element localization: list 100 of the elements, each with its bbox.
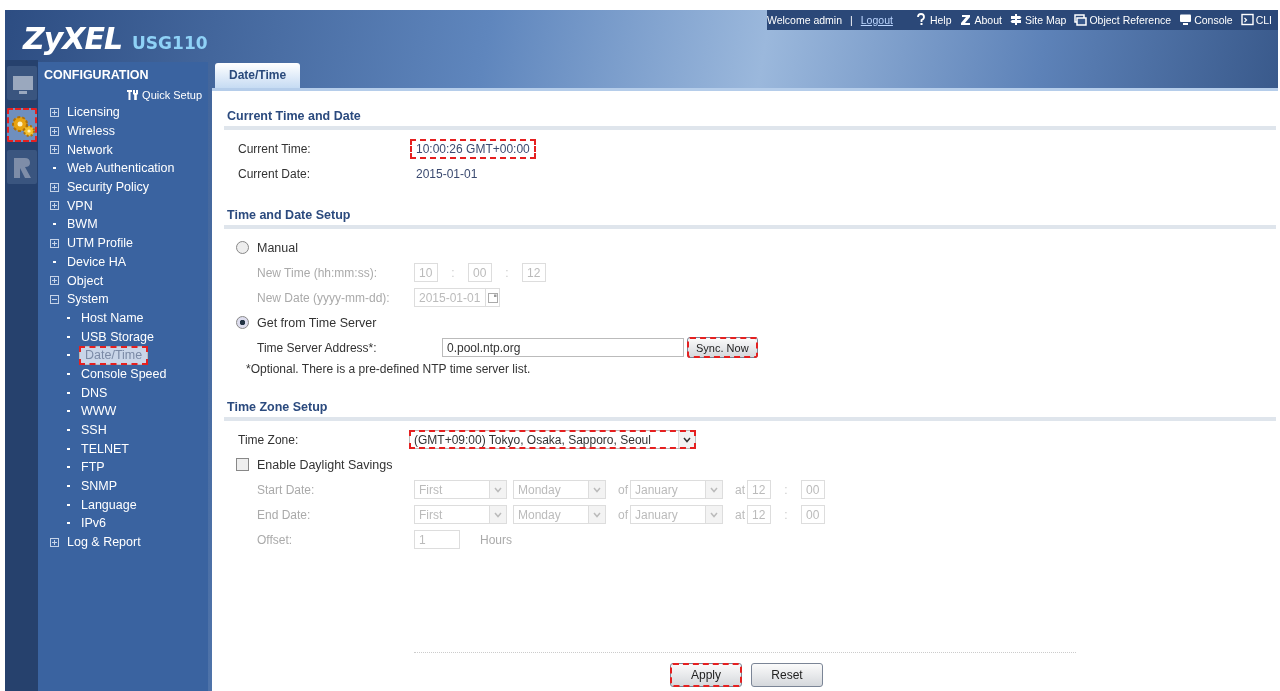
expand-toggle[interactable] [50, 126, 59, 136]
sync-button[interactable]: Sync. Now [687, 337, 758, 358]
menu-item[interactable]: USB Storage [79, 329, 156, 344]
radio-button[interactable] [236, 316, 249, 329]
quick-setup-link[interactable]: Quick Setup [126, 89, 202, 101]
menu-item[interactable]: WWW [79, 404, 119, 419]
menu-item[interactable]: IPv6 [79, 516, 108, 531]
expand-toggle[interactable] [50, 537, 59, 547]
header-link[interactable]: Site Map [1009, 13, 1067, 26]
bullet-icon [67, 429, 70, 432]
menu-item[interactable]: SNMP [79, 479, 120, 494]
form-button[interactable]: Reset [751, 663, 823, 687]
separator-text: : [783, 482, 789, 497]
expand-toggle[interactable] [50, 276, 59, 286]
bullet-icon [53, 223, 56, 226]
menu-item[interactable]: UTM Profile [65, 236, 135, 251]
expand-toggle[interactable] [50, 107, 59, 117]
model-name: USG110 [132, 33, 208, 53]
dropdown[interactable]: (GMT+09:00) Tokyo, Osaka, Sapporo, Seoul [409, 430, 696, 449]
separator-text: : [450, 265, 456, 280]
menu-item[interactable]: TELNET [79, 441, 131, 456]
form-button[interactable]: Apply [670, 663, 742, 687]
header-link[interactable]: Help [914, 13, 952, 26]
header-link[interactable]: Console [1179, 13, 1233, 26]
menu-item[interactable]: Network [65, 142, 115, 157]
signpost-icon [1009, 13, 1023, 26]
unit-text: Hours [480, 532, 512, 547]
expand-toggle[interactable] [50, 238, 59, 248]
menu-item[interactable]: BWM [65, 217, 100, 232]
menu-item[interactable]: System [65, 292, 111, 307]
menu-item[interactable]: Log & Report [65, 535, 143, 550]
option-label: Manual [257, 240, 298, 255]
windows-icon [1074, 13, 1088, 26]
calendar-button[interactable] [486, 288, 500, 307]
bullet-icon [53, 167, 56, 170]
input-field[interactable]: 0.pool.ntp.org [442, 338, 684, 357]
note-text: *Optional. There is a pre-defined NTP time server list. [246, 362, 531, 376]
menu-item[interactable]: Wireless [65, 124, 117, 139]
chevron-down-icon [710, 511, 718, 518]
expand-toggle[interactable] [50, 182, 59, 192]
separator-text: | [850, 13, 853, 26]
field-label: Current Date: [238, 166, 312, 181]
field-label: Offset: [257, 532, 294, 547]
field-value: 10:00:26 GMT+00:00 [410, 138, 536, 159]
menu-item[interactable]: Web Authentication [65, 161, 177, 176]
chevron-down-icon [494, 511, 502, 518]
plus-box-icon [50, 537, 59, 547]
chevron-down-icon [710, 486, 718, 493]
separator-text: : [783, 507, 789, 522]
menu-item[interactable]: Object [65, 273, 106, 288]
welcome-text: Welcome admin [766, 13, 843, 26]
header-link[interactable]: CLI [1240, 13, 1272, 26]
z-letter-icon [959, 13, 973, 26]
label-text: at [735, 482, 746, 497]
header-link[interactable]: Object Reference [1074, 13, 1172, 26]
header-link[interactable]: About [959, 13, 1002, 26]
menu-item[interactable]: Security Policy [65, 180, 151, 195]
menu-item[interactable]: VPN [65, 198, 95, 213]
collapse-toggle[interactable] [50, 294, 59, 304]
menu-item[interactable]: SSH [79, 423, 109, 438]
tools-icon [126, 89, 140, 101]
menu-item[interactable]: Host Name [79, 310, 146, 325]
expand-toggle[interactable] [50, 201, 59, 211]
section-heading: Time and Date Setup [224, 190, 1276, 229]
plus-box-icon [50, 238, 59, 248]
bullet-icon [67, 503, 70, 506]
expand-toggle[interactable] [50, 145, 59, 155]
label-text: of [618, 507, 628, 522]
bullet-icon [67, 391, 70, 394]
calendar-icon [487, 292, 498, 303]
bullet-icon [67, 447, 70, 450]
menu-item[interactable]: FTP [79, 460, 107, 475]
menu-item[interactable]: Language [79, 497, 139, 512]
label-text: of [618, 482, 628, 497]
minus-box-icon [50, 294, 59, 304]
menu-item[interactable]: Device HA [65, 254, 129, 269]
option-label: Enable Daylight Savings [257, 457, 393, 472]
checkbox[interactable] [236, 458, 249, 471]
plus-box-icon [50, 182, 59, 192]
bullet-icon [67, 466, 70, 469]
menu-item[interactable]: Licensing [65, 105, 122, 120]
monitor-icon [1179, 13, 1193, 26]
radio-button[interactable] [236, 241, 249, 254]
option-label: Get from Time Server [257, 315, 377, 330]
tab[interactable]: Date/Time [215, 63, 301, 88]
plus-box-icon [50, 201, 59, 211]
field-label: Current Time: [238, 141, 312, 156]
menu-item[interactable]: Console Speed [79, 366, 169, 381]
question-icon [914, 13, 928, 26]
section-heading: Current Time and Date [224, 91, 1276, 130]
chevron-down-icon [494, 486, 502, 493]
plus-box-icon [50, 107, 59, 117]
field-label: Start Date: [257, 482, 316, 497]
chevron-down-icon [683, 436, 691, 443]
logo: ZyXEL [23, 21, 123, 56]
menu-item[interactable]: DNS [79, 385, 110, 400]
chevron-down-icon [593, 486, 601, 493]
logout-link[interactable]: Logout [860, 13, 893, 26]
field-label: New Date (yyyy-mm-dd): [257, 290, 391, 305]
bullet-icon [67, 410, 70, 413]
